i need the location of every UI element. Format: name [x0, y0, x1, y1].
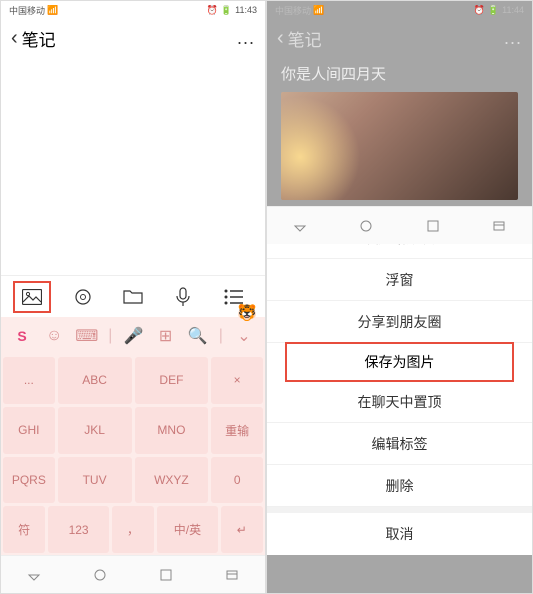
key-enter[interactable]: ↵ — [221, 506, 263, 553]
key-wxyz[interactable]: WXYZ — [135, 457, 209, 504]
status-bar: 中国移动 📶 ⏰ 🔋 11:44 — [267, 1, 532, 19]
key-clear[interactable]: 重输 — [211, 407, 263, 454]
key-abc[interactable]: ABC — [58, 357, 132, 404]
action-sheet: 发送给朋友 浮窗 分享到朋友圈 保存为图片 在聊天中置顶 编辑标签 删除 取消 — [267, 217, 532, 555]
key-tuv[interactable]: TUV — [58, 457, 132, 504]
alarm-icon: ⏰ — [207, 5, 218, 16]
nav-back-icon[interactable] — [27, 568, 41, 582]
keyboard: S ☺ ⌨ | 🎤 ⊞ 🔍 | ⌄ 🐯 ... ABC DEF × — [1, 317, 265, 555]
avatar-icon[interactable]: 🐯 — [237, 303, 257, 323]
sheet-float[interactable]: 浮窗 — [267, 259, 532, 301]
battery-icon: 🔋 — [488, 5, 499, 16]
page-title: 笔记 — [22, 26, 56, 51]
nav-bar — [1, 555, 265, 593]
sheet-save-image[interactable]: 保存为图片 — [287, 344, 512, 380]
voice-key-icon[interactable]: 🎤 — [122, 324, 144, 348]
sheet-delete[interactable]: 删除 — [267, 465, 532, 507]
signal-icon: 📶 — [47, 5, 58, 16]
key-def[interactable]: DEF — [135, 357, 209, 404]
key-zero[interactable]: 0 — [211, 457, 263, 504]
carrier-label: 中国移动 — [275, 4, 311, 17]
note-editor[interactable] — [1, 57, 265, 275]
key-punct[interactable]: ... — [3, 357, 55, 404]
key-123[interactable]: 123 — [48, 506, 108, 553]
nav-home-icon[interactable] — [93, 568, 107, 582]
grid-icon[interactable]: ⊞ — [155, 324, 177, 348]
nav-recent-icon[interactable] — [426, 219, 440, 233]
key-comma[interactable]: ， — [112, 506, 154, 553]
nav-back-icon[interactable] — [293, 219, 307, 233]
key-mno[interactable]: MNO — [135, 407, 209, 454]
key-jkl[interactable]: JKL — [58, 407, 132, 454]
more-button[interactable]: ... — [237, 28, 255, 49]
clock-label: 11:44 — [502, 5, 524, 15]
folder-button[interactable] — [114, 281, 152, 313]
note-image — [281, 92, 518, 200]
key-pqrs[interactable]: PQRS — [3, 457, 55, 504]
signal-icon: 📶 — [313, 5, 324, 16]
nav-home-icon[interactable] — [359, 219, 373, 233]
clock-label: 11:43 — [235, 5, 257, 15]
header: ‹ 笔记 ... — [267, 19, 532, 57]
carrier-label: 中国移动 — [9, 4, 45, 17]
key-lang[interactable]: 中/英 — [157, 506, 217, 553]
nav-extra-icon[interactable] — [492, 219, 506, 233]
key-ghi[interactable]: GHI — [3, 407, 55, 454]
sheet-pin-chat[interactable]: 在聊天中置顶 — [267, 381, 532, 423]
more-button[interactable]: ... — [504, 28, 522, 49]
nav-recent-icon[interactable] — [159, 568, 173, 582]
image-button[interactable] — [13, 281, 51, 313]
key-backspace[interactable]: × — [211, 357, 263, 404]
voice-button[interactable] — [164, 281, 202, 313]
status-bar: 中国移动 📶 ⏰ 🔋 11:43 — [1, 1, 265, 19]
emoji-icon[interactable]: ☺ — [43, 324, 65, 348]
header: ‹ 笔记 ... — [1, 19, 265, 57]
keyboard-type-icon[interactable]: ⌨ — [75, 324, 98, 348]
search-icon[interactable]: 🔍 — [187, 324, 209, 348]
back-icon[interactable]: ‹ — [11, 27, 18, 50]
note-title: 你是人间四月天 — [281, 63, 518, 84]
key-symbol[interactable]: 符 — [3, 506, 45, 553]
sheet-edit-tags[interactable]: 编辑标签 — [267, 423, 532, 465]
note-content: 你是人间四月天 — [267, 57, 532, 206]
battery-icon: 🔋 — [221, 5, 232, 16]
sogou-icon[interactable]: S — [11, 324, 33, 348]
back-icon[interactable]: ‹ — [277, 27, 284, 50]
nav-extra-icon[interactable] — [225, 568, 239, 582]
chevron-down-icon[interactable]: ⌄ — [233, 324, 255, 348]
phone-right: 中国移动 📶 ⏰ 🔋 11:44 ‹ 笔记 ... 你是人间四月天 发送给朋友 … — [266, 0, 533, 594]
keyboard-toolbar: S ☺ ⌨ | 🎤 ⊞ 🔍 | ⌄ 🐯 — [1, 317, 265, 355]
location-button[interactable] — [64, 281, 102, 313]
nav-bar — [267, 206, 532, 244]
phone-left: 中国移动 📶 ⏰ 🔋 11:43 ‹ 笔记 ... — [0, 0, 266, 594]
page-title: 笔记 — [288, 26, 322, 51]
sheet-save-image-highlight: 保存为图片 — [285, 342, 514, 382]
alarm-icon: ⏰ — [474, 5, 485, 16]
sheet-share-moments[interactable]: 分享到朋友圈 — [267, 301, 532, 343]
sheet-cancel[interactable]: 取消 — [267, 513, 532, 555]
editor-toolbar — [1, 275, 265, 317]
